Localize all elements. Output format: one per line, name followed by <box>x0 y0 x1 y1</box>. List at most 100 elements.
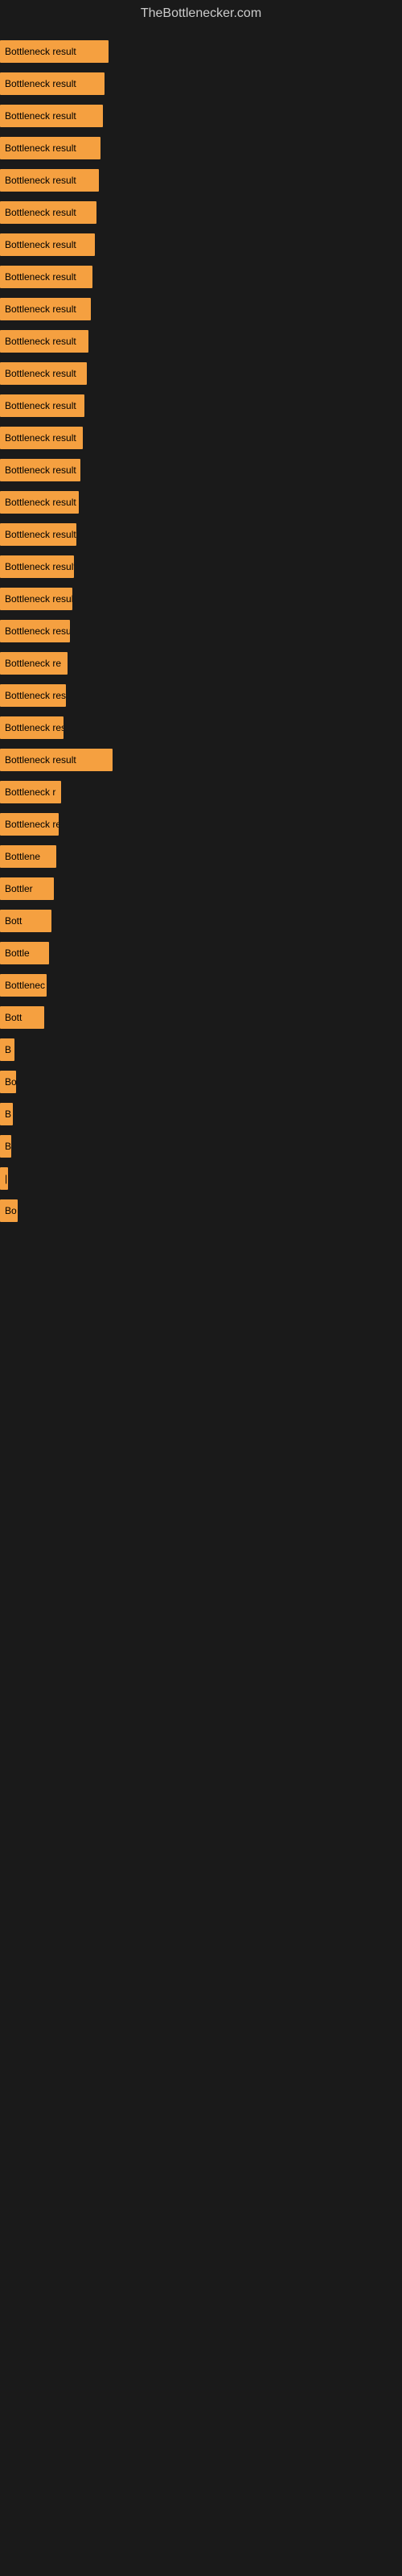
bar-25: Bottlene <box>0 845 56 868</box>
bar-32: Bo <box>0 1071 16 1093</box>
bar-row: Bottleneck re <box>0 647 402 679</box>
bar-row: Bott <box>0 905 402 937</box>
bar-label-1: Bottleneck result <box>5 78 76 89</box>
bar-label-9: Bottleneck result <box>5 336 76 347</box>
bar-row: Bottleneck result <box>0 422 402 454</box>
bar-row: Bottleneck resu <box>0 615 402 647</box>
bar-row: Bottleneck resu <box>0 808 402 840</box>
bar-label-30: Bott <box>5 1012 22 1023</box>
bar-label-22: Bottleneck result <box>5 754 76 766</box>
bar-row: Bottleneck result <box>0 551 402 583</box>
bar-row: Bottleneck result <box>0 744 402 776</box>
bar-label-20: Bottleneck resu <box>5 690 66 701</box>
bar-row: Bottleneck result <box>0 357 402 390</box>
bar-36: Bo <box>0 1199 18 1222</box>
bar-label-31: B <box>5 1044 11 1055</box>
bar-label-3: Bottleneck result <box>5 142 76 154</box>
bar-row: Bottleneck result <box>0 454 402 486</box>
bar-row: Bottleneck resu <box>0 679 402 712</box>
bar-label-28: Bottle <box>5 947 30 959</box>
bar-row: Bo <box>0 1195 402 1227</box>
bar-29: Bottlenec <box>0 974 47 997</box>
bar-row: Bottleneck result <box>0 196 402 229</box>
bar-row: Bottlenec <box>0 969 402 1001</box>
bar-label-36: Bo <box>5 1205 17 1216</box>
bar-0: Bottleneck result <box>0 40 109 63</box>
bar-row: Bottleneck result <box>0 390 402 422</box>
bar-row: Bottleneck result <box>0 35 402 68</box>
bar-31: B <box>0 1038 14 1061</box>
bar-label-16: Bottleneck result <box>5 561 74 572</box>
bar-row: Bo <box>0 1066 402 1098</box>
bar-row: Bottleneck result <box>0 229 402 261</box>
bar-19: Bottleneck re <box>0 652 68 675</box>
bar-row: Bottleneck result <box>0 132 402 164</box>
bar-label-33: B <box>5 1108 11 1120</box>
bar-label-15: Bottleneck result <box>5 529 76 540</box>
bar-7: Bottleneck result <box>0 266 92 288</box>
bar-3: Bottleneck result <box>0 137 100 159</box>
bar-20: Bottleneck resu <box>0 684 66 707</box>
bar-5: Bottleneck result <box>0 201 96 224</box>
bar-row: Bottleneck result <box>0 100 402 132</box>
bar-row: Bottleneck result <box>0 68 402 100</box>
bar-12: Bottleneck result <box>0 427 83 449</box>
bar-label-14: Bottleneck result <box>5 497 76 508</box>
bar-row: B <box>0 1098 402 1130</box>
bar-9: Bottleneck result <box>0 330 88 353</box>
bar-label-24: Bottleneck resu <box>5 819 59 830</box>
bars-container: Bottleneck result Bottleneck result Bottle… <box>0 27 402 1235</box>
bar-2: Bottleneck result <box>0 105 103 127</box>
bar-label-27: Bott <box>5 915 22 927</box>
bar-28: Bottle <box>0 942 49 964</box>
bar-30: Bott <box>0 1006 44 1029</box>
bar-row: Bottleneck result <box>0 518 402 551</box>
bar-label-32: Bo <box>5 1076 16 1088</box>
bar-label-26: Bottler <box>5 883 33 894</box>
bar-label-21: Bottleneck res <box>5 722 64 733</box>
bar-row: Bott <box>0 1001 402 1034</box>
bar-1: Bottleneck result <box>0 72 105 95</box>
bar-label-17: Bottleneck result <box>5 593 72 605</box>
bar-row: | <box>0 1162 402 1195</box>
bar-13: Bottleneck result <box>0 459 80 481</box>
bar-label-23: Bottleneck r <box>5 786 55 798</box>
bar-10: Bottleneck result <box>0 362 87 385</box>
bar-26: Bottler <box>0 877 54 900</box>
bar-label-19: Bottleneck re <box>5 658 61 669</box>
bar-34: B <box>0 1135 11 1158</box>
bar-6: Bottleneck result <box>0 233 95 256</box>
bar-row: B <box>0 1034 402 1066</box>
bar-label-6: Bottleneck result <box>5 239 76 250</box>
bar-14: Bottleneck result <box>0 491 79 514</box>
bar-label-5: Bottleneck result <box>5 207 76 218</box>
bar-label-18: Bottleneck resu <box>5 625 70 637</box>
bar-23: Bottleneck r <box>0 781 61 803</box>
bar-row: Bottleneck result <box>0 293 402 325</box>
bar-24: Bottleneck resu <box>0 813 59 836</box>
bar-17: Bottleneck result <box>0 588 72 610</box>
bar-18: Bottleneck resu <box>0 620 70 642</box>
bar-label-12: Bottleneck result <box>5 432 76 444</box>
bar-label-10: Bottleneck result <box>5 368 76 379</box>
bar-row: Bottle <box>0 937 402 969</box>
bar-label-0: Bottleneck result <box>5 46 76 57</box>
bar-row: B <box>0 1130 402 1162</box>
bar-row: Bottleneck result <box>0 164 402 196</box>
bar-row: Bottleneck res <box>0 712 402 744</box>
bar-label-34: B <box>5 1141 11 1152</box>
bar-27: Bott <box>0 910 51 932</box>
bar-21: Bottleneck res <box>0 716 64 739</box>
bar-label-25: Bottlene <box>5 851 40 862</box>
bar-row: Bottler <box>0 873 402 905</box>
bar-label-2: Bottleneck result <box>5 110 76 122</box>
bar-label-29: Bottlenec <box>5 980 45 991</box>
bar-label-8: Bottleneck result <box>5 303 76 315</box>
bar-row: Bottleneck r <box>0 776 402 808</box>
bar-11: Bottleneck result <box>0 394 84 417</box>
site-title: TheBottlenecker.com <box>0 0 402 27</box>
bar-row: Bottleneck result <box>0 583 402 615</box>
bar-15: Bottleneck result <box>0 523 76 546</box>
bar-4: Bottleneck result <box>0 169 99 192</box>
bar-33: B <box>0 1103 13 1125</box>
